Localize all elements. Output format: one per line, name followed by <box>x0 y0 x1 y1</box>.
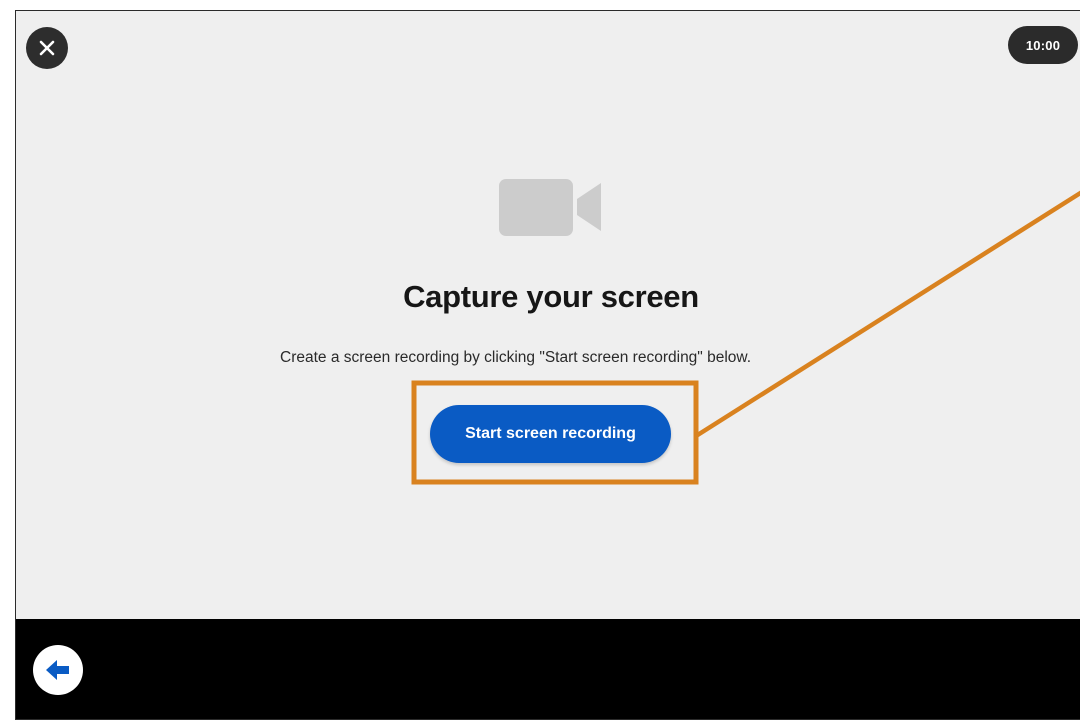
page-title: Capture your screen <box>403 279 699 314</box>
screen: 10:00 Capture your screen Create a scree… <box>0 0 1080 720</box>
video-camera-icon <box>499 179 601 236</box>
close-icon <box>39 40 55 56</box>
start-screen-recording-button[interactable]: Start screen recording <box>430 405 671 463</box>
countdown-timer: 10:00 <box>1008 26 1078 64</box>
recorder-window: 10:00 Capture your screen Create a scree… <box>15 10 1080 720</box>
back-button[interactable] <box>33 645 83 695</box>
bottom-toolbar <box>16 619 1080 719</box>
instruction-text: Create a screen recording by clicking "S… <box>280 349 752 366</box>
close-button[interactable] <box>26 27 68 69</box>
arrow-left-icon <box>46 660 69 680</box>
